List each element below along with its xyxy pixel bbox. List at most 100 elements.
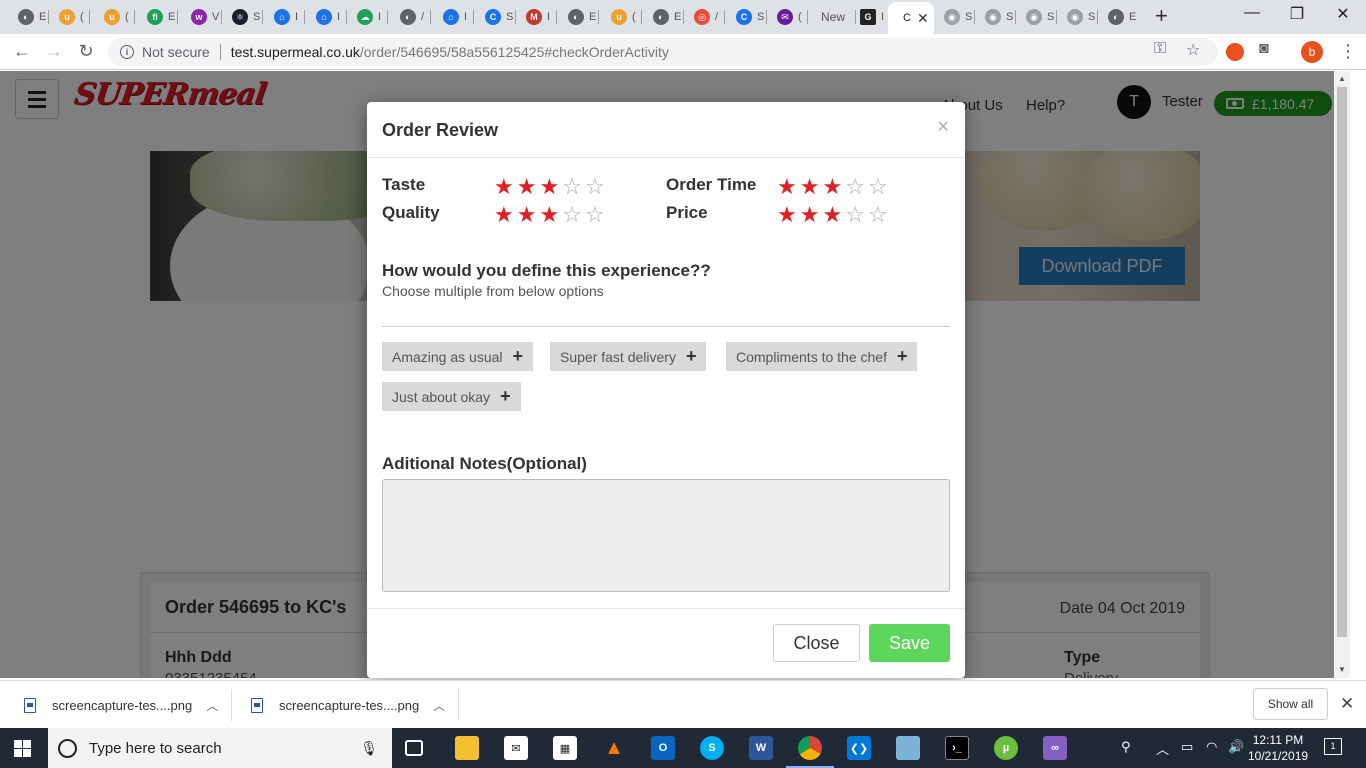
start-button[interactable] — [14, 740, 31, 757]
close-icon[interactable]: ✕ — [917, 10, 929, 27]
browser-tab[interactable]: CS — [475, 4, 516, 30]
browser-tab[interactable]: fi E — [137, 4, 178, 30]
rating-stars-quality[interactable]: ★ ★ ★ ☆ ☆ — [494, 204, 605, 226]
scrollbar-thumb[interactable] — [1337, 87, 1347, 637]
download-item[interactable]: screencapture-tes....png ︿ — [24, 681, 218, 729]
wifi-icon[interactable]: ◠ — [1206, 739, 1217, 755]
show-all-button[interactable]: Show all — [1253, 688, 1328, 720]
minimize-button[interactable]: — — [1229, 4, 1275, 22]
star-empty-icon[interactable]: ☆ — [845, 204, 865, 226]
browser-tab[interactable]: u( — [49, 4, 90, 30]
star-empty-icon[interactable]: ☆ — [845, 176, 865, 198]
notes-app-icon[interactable] — [896, 736, 920, 760]
tab-screenshot-2[interactable]: ◉ S — [975, 4, 1016, 30]
save-button[interactable]: Save — [869, 624, 950, 662]
visual-studio-icon[interactable]: ∞ — [1043, 736, 1067, 760]
tab-active[interactable]: C ✕ — [888, 2, 934, 34]
star-empty-icon[interactable]: ☆ — [562, 176, 582, 198]
tab-globe[interactable]: ◐ E — [1098, 4, 1139, 30]
tab-grammarly[interactable]: G I — [850, 4, 891, 30]
notes-textarea[interactable] — [382, 479, 950, 592]
chrome-icon[interactable] — [786, 736, 834, 768]
chip-amazing-as-usual[interactable]: Amazing as usual + — [382, 342, 534, 371]
reload-button[interactable]: ↻ — [74, 41, 98, 62]
browser-tab[interactable]: ⌂ I — [433, 4, 474, 30]
star-filled-icon[interactable]: ★ — [517, 176, 537, 198]
file-explorer-icon[interactable] — [455, 736, 479, 760]
new-tab-button[interactable]: + — [1155, 5, 1168, 27]
tab-screenshot-1[interactable]: ◉ S — [934, 4, 975, 30]
back-button[interactable]: ← — [10, 41, 34, 62]
browser-tab[interactable]: CS — [726, 4, 767, 30]
people-icon[interactable]: ⚲ — [1121, 739, 1131, 755]
terminal-icon[interactable]: ›_ — [945, 736, 969, 760]
star-empty-icon[interactable]: ☆ — [562, 204, 582, 226]
restore-button[interactable]: ❐ — [1274, 4, 1320, 24]
address-bar[interactable]: i Not secure test.supermeal.co.uk /order… — [108, 38, 1218, 66]
browser-tab[interactable]: ◎ / — [684, 4, 725, 30]
rating-stars-order-time[interactable]: ★ ★ ★ ☆ ☆ — [777, 176, 888, 198]
chip-super-fast-delivery[interactable]: Super fast delivery + — [550, 342, 707, 371]
browser-tab[interactable]: ⌂ I — [264, 4, 305, 30]
page-scrollbar[interactable]: ▲ ▼ — [1334, 71, 1350, 678]
star-filled-icon[interactable]: ★ — [800, 176, 820, 198]
star-filled-icon[interactable]: ★ — [494, 204, 514, 226]
store-icon[interactable]: ▦ — [553, 736, 577, 760]
tab-screenshot-3[interactable]: ◉ S — [1016, 4, 1057, 30]
star-empty-icon[interactable]: ☆ — [868, 204, 888, 226]
mail-icon[interactable]: ✉ — [504, 736, 528, 760]
word-icon[interactable]: W — [749, 736, 773, 760]
star-empty-icon[interactable]: ☆ — [585, 176, 605, 198]
star-filled-icon[interactable]: ★ — [494, 176, 514, 198]
star-filled-icon[interactable]: ★ — [822, 176, 842, 198]
forward-button[interactable]: → — [42, 41, 66, 62]
vlc-icon[interactable]: ▲ — [602, 736, 626, 760]
star-filled-icon[interactable]: ★ — [800, 204, 820, 226]
chip-compliments-to-the-chef[interactable]: Compliments to the chef + — [726, 342, 918, 371]
close-button[interactable]: Close — [773, 624, 860, 662]
browser-tab[interactable]: u( — [94, 4, 135, 30]
star-filled-icon[interactable]: ★ — [539, 204, 559, 226]
tab-screenshot-4[interactable]: ◉ S — [1057, 4, 1098, 30]
browser-tab[interactable]: u( — [601, 4, 642, 30]
browser-tab[interactable]: wV — [181, 4, 222, 30]
close-icon[interactable]: × — [937, 116, 949, 139]
browser-tab[interactable]: ◐ E — [558, 4, 599, 30]
tab-new[interactable]: New — [806, 4, 856, 30]
info-icon[interactable]: i — [120, 45, 134, 59]
chevron-up-icon[interactable]: ︿ — [206, 697, 218, 714]
star-empty-icon[interactable]: ☆ — [585, 204, 605, 226]
close-shelf-icon[interactable]: ✕ — [1340, 694, 1354, 714]
vscode-icon[interactable]: ❮❯ — [847, 736, 871, 760]
taskbar-clock[interactable]: 12:11 PM 10/21/2019 — [1248, 732, 1308, 764]
rating-stars-taste[interactable]: ★ ★ ★ ☆ ☆ — [494, 176, 605, 198]
browser-tab[interactable]: ◐ / — [390, 4, 431, 30]
star-filled-icon[interactable]: ★ — [777, 176, 797, 198]
star-filled-icon[interactable]: ★ — [539, 176, 559, 198]
outlook-icon[interactable]: O — [651, 736, 675, 760]
browser-tab[interactable]: MI — [516, 4, 557, 30]
microphone-icon[interactable]: 🎙 — [360, 740, 378, 757]
volume-icon[interactable]: 🔊 — [1228, 739, 1244, 755]
extension-icon[interactable] — [1226, 43, 1244, 61]
camera-icon[interactable]: ◙ — [1259, 40, 1269, 58]
browser-tab[interactable]: ☁ I — [347, 4, 388, 30]
browser-tab[interactable]: ◐ E — [643, 4, 684, 30]
browser-tab[interactable]: ◐ E — [8, 4, 49, 30]
star-filled-icon[interactable]: ★ — [822, 204, 842, 226]
star-filled-icon[interactable]: ★ — [517, 204, 537, 226]
chevron-up-icon[interactable]: ︿ — [1156, 739, 1169, 758]
notification-icon[interactable]: 1 — [1324, 738, 1342, 755]
key-icon[interactable]: ⚿ — [1154, 40, 1166, 58]
taskbar-search[interactable]: Type here to search 🎙 — [48, 728, 392, 768]
chip-just-about-okay[interactable]: Just about okay + — [382, 382, 521, 411]
profile-avatar[interactable]: b — [1301, 41, 1323, 63]
utorrent-icon[interactable]: µ — [994, 736, 1018, 760]
battery-icon[interactable]: ▭ — [1181, 739, 1193, 755]
star-filled-icon[interactable]: ★ — [777, 204, 797, 226]
close-window-button[interactable]: ✕ — [1320, 4, 1366, 24]
browser-tab[interactable]: ⌂ I — [306, 4, 347, 30]
download-item[interactable]: screencapture-tes....png ︿ — [251, 681, 445, 729]
menu-icon[interactable]: ⋮ — [1339, 41, 1357, 62]
rating-stars-price[interactable]: ★ ★ ★ ☆ ☆ — [777, 204, 888, 226]
